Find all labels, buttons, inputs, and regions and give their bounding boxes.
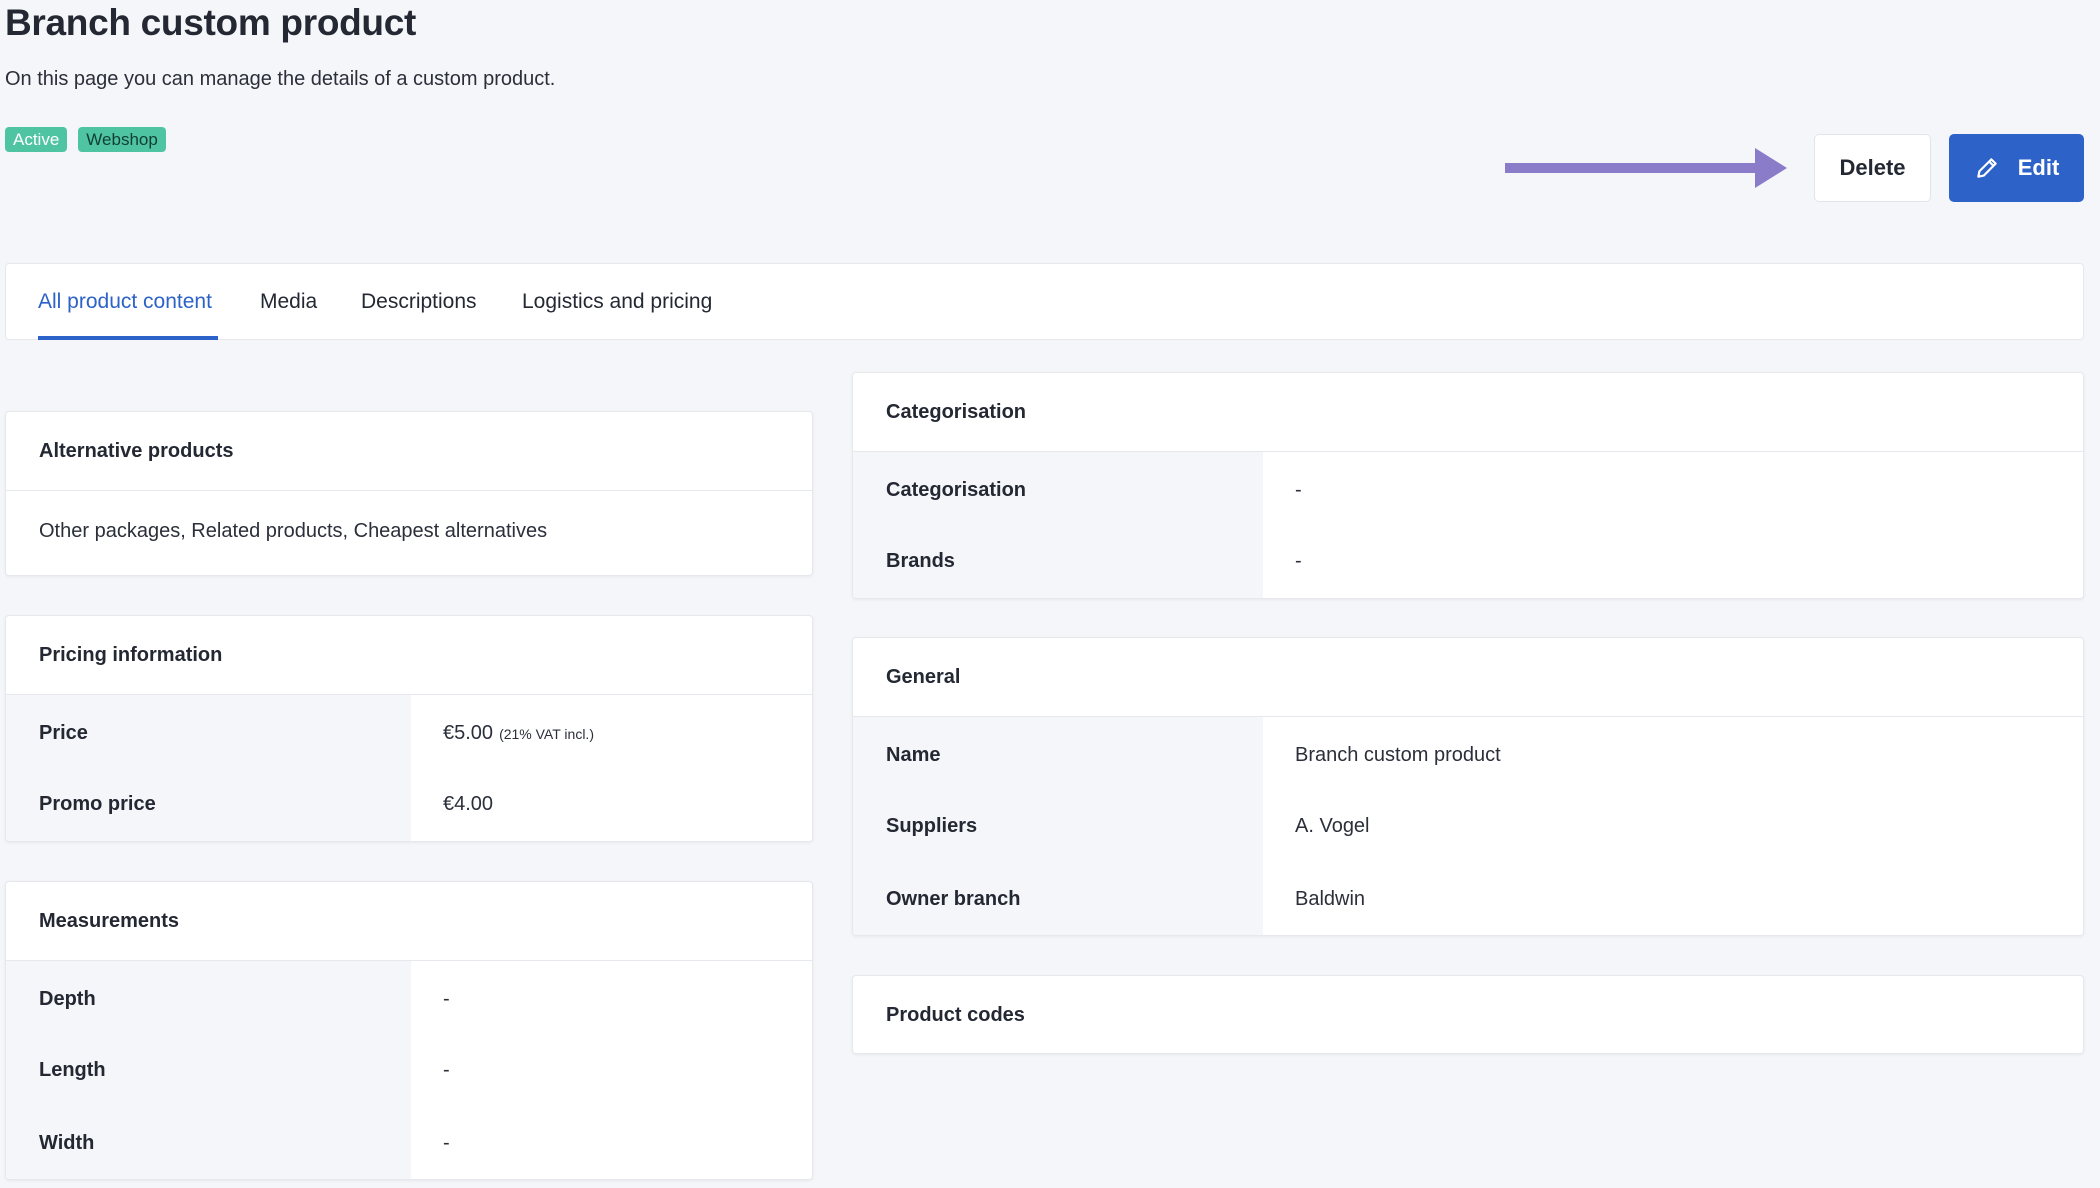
price-value: €5.00 [443,722,494,744]
alternative-products-text: Other packages, Related products, Cheape… [39,520,548,542]
edit-button-label: Edit [2017,155,2060,180]
field-label: Length [6,1034,411,1107]
field-value: - [411,1107,812,1179]
card-title: Pricing information [6,616,812,695]
page-title: Branch custom product [5,2,417,43]
field-label: Depth [6,961,411,1034]
measurements-card: Measurements Depth - Length - Width - [5,881,813,1180]
field-label: Owner branch [853,863,1263,935]
tab-bar: All product content Media Descriptions L… [5,263,2084,340]
kv-row-depth: Depth - [6,961,812,1034]
active-tab-indicator [38,336,218,340]
page-subtitle: On this page you can manage the details … [5,68,556,90]
status-badge-webshop: Webshop [78,127,166,152]
edit-button[interactable]: Edit [1949,134,2084,202]
kv-row-price: Price €5.00 (21% VAT incl.) [6,695,812,768]
kv-row-name: Name Branch custom product [853,717,2083,790]
field-value: - [411,1034,812,1107]
field-value: Branch custom product [1263,717,2083,790]
field-value: - [1263,525,2083,598]
field-label: Price [6,695,411,768]
general-card: General Name Branch custom product Suppl… [852,637,2084,936]
field-label: Suppliers [853,790,1263,863]
field-value: €5.00 (21% VAT incl.) [411,695,812,768]
product-codes-card: Product codes [852,975,2084,1054]
pencil-icon [1976,158,1997,178]
field-label: Name [853,717,1263,790]
field-label: Promo price [6,768,411,841]
pricing-information-card: Pricing information Price €5.00 (21% VAT… [5,615,813,842]
field-value: Baldwin [1263,863,2083,935]
annotation-arrow [1505,148,1787,188]
kv-row-categorisation: Categorisation - [853,452,2083,525]
kv-row-suppliers: Suppliers A. Vogel [853,790,2083,863]
kv-row-brands: Brands - [853,525,2083,598]
card-title: Categorisation [853,373,2083,452]
kv-row-length: Length - [6,1034,812,1107]
tab-logistics-and-pricing[interactable]: Logistics and pricing [522,290,712,314]
tab-all-product-content[interactable]: All product content [38,290,212,314]
vat-note: (21% VAT incl.) [499,725,594,742]
tab-descriptions[interactable]: Descriptions [361,290,477,314]
kv-row-promo-price: Promo price €4.00 [6,768,812,841]
delete-button[interactable]: Delete [1814,134,1931,202]
field-label: Width [6,1107,411,1179]
card-title: Product codes [886,1004,1025,1026]
card-title: Measurements [6,882,812,961]
tab-media[interactable]: Media [260,290,317,314]
field-value: - [1263,452,2083,525]
kv-row-width: Width - [6,1107,812,1179]
status-badges: Active Webshop [5,127,166,152]
alternative-products-card: Alternative products Other packages, Rel… [5,411,813,576]
field-value: A. Vogel [1263,790,2083,863]
field-value: - [411,961,812,1034]
delete-button-label: Delete [1839,155,1906,180]
card-title: Alternative products [6,412,812,491]
field-value: €4.00 [411,768,812,841]
categorisation-card: Categorisation Categorisation - Brands - [852,372,2084,599]
card-title: General [853,638,2083,717]
kv-row-owner-branch: Owner branch Baldwin [853,863,2083,935]
field-label: Brands [853,525,1263,598]
status-badge-active: Active [5,127,68,152]
field-label: Categorisation [853,452,1263,525]
